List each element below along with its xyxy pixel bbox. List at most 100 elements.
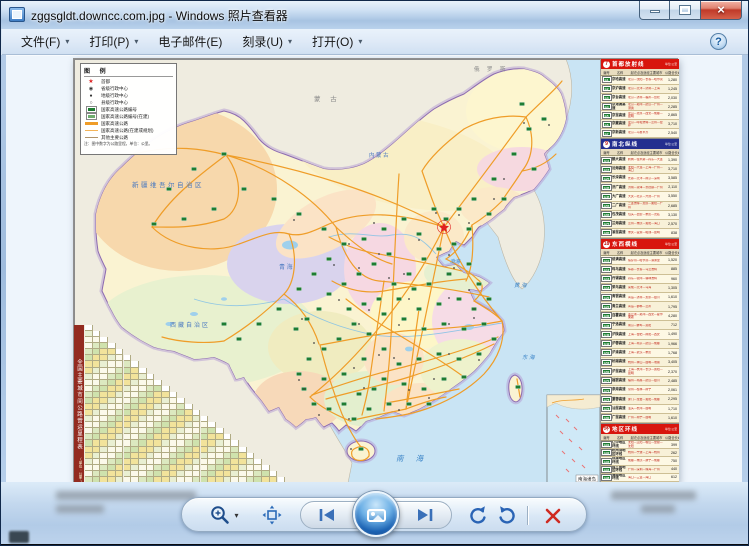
panel-title: 地区环线 bbox=[612, 425, 638, 433]
route-panels: 7首都放射线单位:公里编号名称起讫点及途经主要城市公路全长kmG1京哈高速北京—… bbox=[600, 59, 679, 483]
route-row: G78汕昆高速汕头—梧州—昆明1,710 bbox=[601, 405, 679, 414]
help-icon[interactable]: ? bbox=[710, 33, 727, 50]
panel-header: 18东西横线单位:公里 bbox=[601, 239, 679, 249]
map-legend: 图 例 ★首都◉省级行政中心●地级行政中心○县级行政中心国家高速公路编号国家高速… bbox=[80, 63, 177, 155]
route-row: G72泉南高速泉州—桂林—南宁2,061 bbox=[601, 386, 679, 395]
route-row: G80广昆高速广州—南宁—昆明1,610 bbox=[601, 414, 679, 423]
rotate-counterclockwise-button[interactable] bbox=[464, 504, 490, 527]
menu-bar: 文件(F) ▾ 打印(P) ▾ 电子邮件(E) 刻录(U) ▾ 打开(O) ▾ … bbox=[2, 29, 749, 55]
route-row: G65包茂高速包头—西安—重庆—茂名3,130 bbox=[601, 211, 679, 220]
menu-email[interactable]: 电子邮件(E) bbox=[149, 30, 231, 53]
panel-title: 南北纵线 bbox=[612, 140, 638, 148]
legend-label: 国家高速公路编号 bbox=[101, 107, 137, 113]
label-xinjiang: 新疆维吾尔自治区 bbox=[132, 180, 204, 189]
play-slideshow-button[interactable] bbox=[353, 491, 399, 537]
window-controls: × bbox=[639, 1, 742, 20]
route-row: G5京昆高速北京—太原—西安—成都—昆明2,865 bbox=[601, 111, 679, 120]
panel-columns: 编号名称起讫点及途经主要城市公路全长km bbox=[601, 434, 679, 441]
maximize-button[interactable] bbox=[670, 1, 700, 20]
legend-item: ●地级行政中心 bbox=[84, 92, 173, 99]
panel-note: 单位:公里 bbox=[665, 142, 677, 146]
panel-badge: 7 bbox=[603, 61, 610, 68]
legend-item: ○县级行政中心 bbox=[84, 99, 173, 106]
chevron-down-icon: ▾ bbox=[234, 511, 238, 520]
route-row: G16丹锡高速丹东—锦州—锡林浩特960 bbox=[601, 275, 679, 284]
route-row: G70福银高速福州—南昌—武汉—银川2,485 bbox=[601, 377, 679, 386]
viewer-toolbar: ▾ bbox=[181, 497, 587, 532]
mid-symbol-icon bbox=[85, 130, 98, 131]
menu-burn[interactable]: 刻录(U) ▾ bbox=[233, 30, 301, 53]
label-nanhai: 南 海 bbox=[396, 454, 428, 463]
photo-viewer-window: zggsgldt.downcc.com.jpg - Windows 照片查看器 … bbox=[0, 0, 749, 546]
panel-columns: 编号名称起讫点及途经主要城市公路全长km bbox=[601, 249, 679, 256]
legend-item: ◉省级行政中心 bbox=[84, 85, 173, 92]
rotate-cw-icon bbox=[496, 504, 519, 527]
route-row: G2京沪高速北京—天津—济南—上海1,245 bbox=[601, 85, 679, 94]
title-bar[interactable]: zggsgldt.downcc.com.jpg - Windows 照片查看器 … bbox=[1, 1, 748, 29]
legend-item: ★首都 bbox=[84, 78, 173, 85]
circle-symbol-icon: ● bbox=[89, 93, 92, 99]
panel-badge: 9 bbox=[603, 141, 610, 148]
route-row: G22青兰高速青岛—邯郸—兰州1,795 bbox=[601, 302, 679, 311]
route-panel: 环地区环线单位:公里编号名称起讫点及途经主要城市公路全长kmG91辽中地区环线沈… bbox=[601, 424, 679, 483]
route-row: G30连霍高速连云港—郑州—西安—霍尔果斯4,280 bbox=[601, 312, 679, 321]
next-button[interactable] bbox=[410, 505, 440, 525]
route-row: G4京港澳高速北京—郑州—武汉—广州—港澳2,285 bbox=[601, 103, 679, 112]
route-row: G92杭州湾地区环线杭州—宁波—上海—杭州262 bbox=[601, 449, 679, 457]
legend-label: 国家高速公路编号(在建) bbox=[101, 114, 149, 120]
menu-open[interactable]: 打开(O) ▾ bbox=[303, 30, 371, 53]
route-row: G50沪渝高速上海—武汉—重庆1,768 bbox=[601, 349, 679, 358]
slideshow-icon bbox=[367, 509, 386, 522]
legend-item: 国家高速公路编号 bbox=[84, 106, 173, 113]
south-china-sea-inset: 南海诸岛 bbox=[547, 395, 600, 483]
close-button[interactable]: × bbox=[700, 1, 742, 20]
star-symbol-icon: ★ bbox=[88, 78, 93, 85]
fit-to-window-button[interactable] bbox=[260, 504, 284, 526]
window-title: zggsgldt.downcc.com.jpg - Windows 照片查看器 bbox=[31, 7, 288, 24]
route-row: G20青银高速青岛—济南—太原—银川1,610 bbox=[601, 293, 679, 302]
window-border-right bbox=[742, 55, 748, 482]
panel-columns: 编号名称起讫点及途经主要城市公路全长km bbox=[601, 149, 679, 156]
rotate-clockwise-button[interactable] bbox=[494, 504, 520, 527]
menu-file[interactable]: 文件(F) ▾ bbox=[12, 30, 78, 53]
photo-image[interactable]: 新疆维吾尔自治区 西藏自治区 青 海 内蒙古 蒙 古 俄 罗 斯 渤海 黄 海 … bbox=[73, 58, 678, 482]
label-neimenggu: 内蒙古 bbox=[369, 151, 390, 159]
label-huanghai: 黄 海 bbox=[514, 282, 528, 289]
route-row: G42沪蓉高速上海—南京—武汉—成都1,966 bbox=[601, 340, 679, 349]
legend-label: 县级行政中心 bbox=[101, 100, 128, 106]
mileage-grid bbox=[85, 325, 302, 483]
rotate-ccw-icon bbox=[466, 504, 489, 527]
legend-label: 国家高速公路 bbox=[101, 121, 128, 127]
thick-symbol-icon bbox=[85, 122, 98, 124]
route-row: G6京藏高速北京—呼和浩特—兰州—拉萨3,710 bbox=[601, 120, 679, 129]
label-russia: 俄 罗 斯 bbox=[474, 65, 509, 73]
delete-button[interactable] bbox=[538, 504, 568, 527]
maximize-icon bbox=[680, 6, 690, 14]
route-row: G76厦蓉高速厦门—龙岩—贵阳—成都2,295 bbox=[601, 395, 679, 404]
panel-columns: 编号名称起讫点及途经主要城市公路全长km bbox=[601, 69, 679, 76]
minimize-button[interactable] bbox=[639, 1, 670, 20]
close-icon: × bbox=[701, 2, 741, 17]
menu-print[interactable]: 打印(P) ▾ bbox=[80, 30, 147, 53]
route-row: G12珲乌高速珲春—长春—乌兰浩特885 bbox=[601, 265, 679, 274]
route-row: G56杭瑞高速杭州—黄山—昆明—瑞丽3,405 bbox=[601, 358, 679, 367]
chevron-down-icon: ▾ bbox=[288, 37, 292, 46]
next-icon bbox=[414, 506, 436, 524]
panel-note: 单位:公里 bbox=[665, 427, 677, 431]
label-mongolia: 蒙 古 bbox=[314, 94, 341, 103]
label-qinghai: 青 海 bbox=[279, 263, 293, 271]
route-row: G91辽中地区环线沈阳—辽阳—鞍山—盘锦—沈阳399 bbox=[601, 441, 679, 449]
app-icon bbox=[9, 7, 25, 22]
legend-label: 国家高速公路(在建或规划) bbox=[101, 128, 154, 134]
route-row: G40沪陕高速上海—合肥—南阳—西安1,490 bbox=[601, 330, 679, 339]
previous-button[interactable] bbox=[312, 505, 342, 525]
legend-item: 其他主要公路 bbox=[84, 134, 173, 141]
route-panel: 7首都放射线单位:公里编号名称起讫点及途经主要城市公路全长kmG1京哈高速北京—… bbox=[601, 59, 679, 139]
route-row: G98海南地区环线海口—三亚—海口612 bbox=[601, 474, 679, 482]
panel-note: 单位:公里 bbox=[665, 242, 677, 246]
route-row: G10绥满高速绥芬河—哈尔滨—满洲里1,520 bbox=[601, 256, 679, 265]
legend-item: 国家高速公路(在建或规划) bbox=[84, 127, 173, 134]
panel-title: 东西横线 bbox=[612, 240, 638, 248]
route-row: G7京新高速北京—乌鲁木齐2,540 bbox=[601, 129, 679, 138]
zoom-button[interactable]: ▾ bbox=[206, 503, 242, 527]
